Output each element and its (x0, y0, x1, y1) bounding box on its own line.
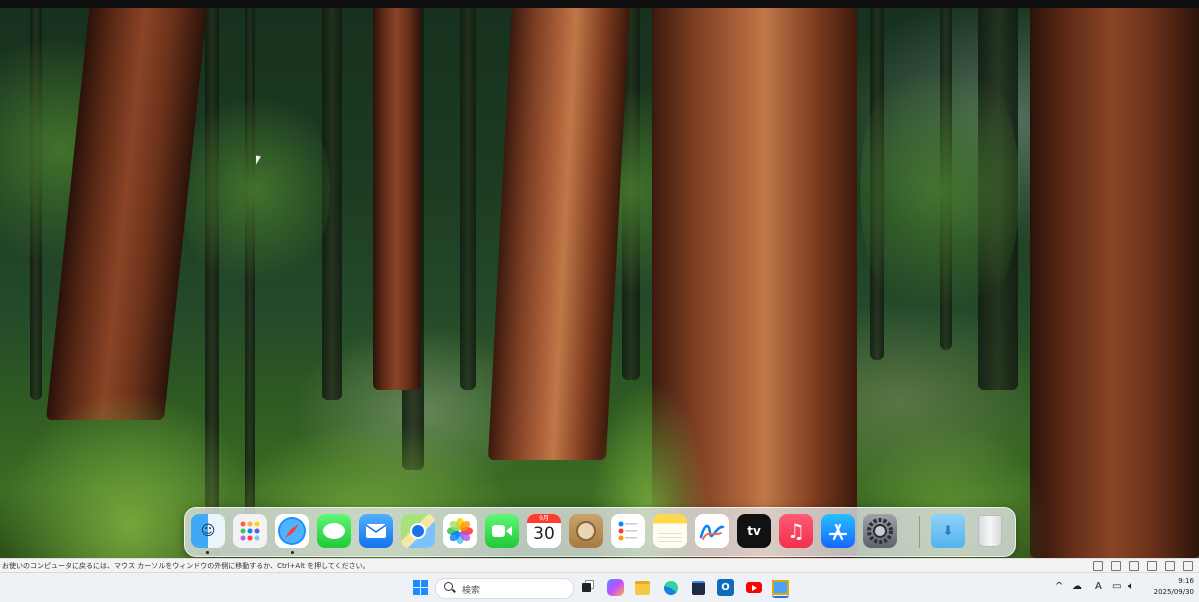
freeform-icon[interactable] (695, 514, 729, 548)
foliage (860, 40, 1020, 340)
tv-label: tv (747, 524, 761, 538)
sound-icon (1147, 561, 1157, 571)
usb-icon (1129, 561, 1139, 571)
clock-time: 9:16 (1178, 577, 1194, 585)
photos-icon[interactable] (443, 514, 477, 548)
desktop-wallpaper (0, 0, 1199, 558)
vm-status-icons (1093, 561, 1193, 571)
sequoia-trunk (1030, 0, 1199, 558)
trash-can (978, 515, 1002, 547)
notes-lines (658, 530, 682, 542)
downloads-folder-icon[interactable]: ⬇ (931, 514, 965, 548)
launchpad-icon[interactable] (233, 514, 267, 548)
maps-pin (410, 523, 426, 539)
windows-logo (413, 580, 428, 595)
photos-flower (447, 518, 473, 544)
app-store-icon[interactable] (821, 514, 855, 548)
facetime-icon[interactable] (485, 514, 519, 548)
remote-desktop-icon[interactable] (772, 579, 789, 598)
safari-compass (278, 517, 306, 545)
tray-overflow-chevron[interactable]: ^ (1055, 581, 1063, 592)
edge-glyph (663, 580, 678, 595)
video-camera (492, 525, 512, 537)
reminders-list (618, 521, 637, 541)
apple-tv-icon[interactable]: tv (737, 514, 771, 548)
background-tree (460, 0, 476, 390)
sequoia-trunk (373, 0, 421, 390)
windows-start-icon[interactable] (412, 579, 429, 596)
windows-taskbar: 検索 O ^ ☁ A ▭ 🔈︎ 9:16 2025/09/30 (0, 572, 1199, 602)
ime-indicator[interactable]: A (1095, 581, 1102, 592)
trash-icon[interactable] (973, 514, 1007, 548)
music-icon[interactable]: ♫ (779, 514, 813, 548)
calendar-day: 30 (533, 524, 555, 544)
envelope (365, 524, 387, 538)
search-placeholder: 検索 (462, 586, 481, 596)
dock: ☺ 9月 30 tv ♫ ⬇ (184, 507, 1016, 557)
dock-separator (919, 516, 920, 548)
clock-date: 2025/09/30 (1153, 588, 1194, 596)
app-store-a (828, 523, 848, 541)
file-explorer-icon[interactable] (634, 579, 651, 596)
sequoia-trunk (487, 0, 631, 460)
folder-glyph (635, 580, 650, 595)
task-view-icon[interactable] (578, 579, 595, 596)
notes-icon[interactable] (653, 514, 687, 548)
network-icon[interactable]: ▭ (1112, 581, 1121, 592)
reminders-icon[interactable] (611, 514, 645, 548)
music-note: ♫ (787, 519, 805, 543)
edge-icon[interactable] (662, 579, 679, 596)
network-icon (1111, 561, 1121, 571)
arrow-cursor-icon (256, 155, 261, 166)
calendar-month: 9月 (527, 514, 561, 523)
maps-icon[interactable] (401, 514, 435, 548)
onedrive-icon[interactable]: ☁ (1072, 581, 1082, 592)
search-icon (444, 582, 453, 591)
calendar-icon[interactable]: 9月 30 (527, 514, 561, 548)
volume-icon[interactable]: 🔈︎ (1128, 581, 1134, 592)
store-bag (692, 580, 705, 595)
store-icon[interactable] (690, 579, 707, 596)
download-arrow: ⬇ (942, 523, 954, 539)
message-icon (1183, 561, 1193, 571)
vm-release-hint: お使いのコンピュータに戻るには、マウス カーソルをウィンドウの外側に移動するか、… (2, 562, 370, 570)
window-top-edge (0, 0, 1199, 8)
copilot-icon[interactable] (607, 579, 624, 596)
contact-silhouette (576, 521, 596, 541)
taskbar-clock[interactable]: 9:16 2025/09/30 (1144, 576, 1194, 598)
launchpad-grid (240, 521, 260, 541)
safari-icon[interactable] (275, 514, 309, 548)
contacts-icon[interactable] (569, 514, 603, 548)
gear (867, 518, 893, 544)
freeform-squiggle (699, 524, 725, 540)
youtube-glyph (745, 582, 762, 593)
system-settings-icon[interactable] (863, 514, 897, 548)
speech-bubble (323, 523, 345, 539)
foliage (180, 80, 330, 300)
remote-desktop-glyph (772, 580, 789, 595)
running-indicator (291, 551, 294, 554)
mail-icon[interactable] (359, 514, 393, 548)
youtube-icon[interactable] (745, 579, 762, 596)
printer-icon (1165, 561, 1175, 571)
task-view-glyph (582, 583, 591, 592)
hdd-icon (1093, 561, 1103, 571)
outlook-icon[interactable]: O (717, 579, 734, 596)
running-indicator (206, 551, 209, 554)
messages-icon[interactable] (317, 514, 351, 548)
taskbar-search-box[interactable]: 検索 (435, 578, 574, 599)
finder-icon[interactable]: ☺ (191, 514, 225, 548)
vm-hint-bar: お使いのコンピュータに戻るには、マウス カーソルをウィンドウの外側に移動するか、… (0, 558, 1199, 573)
